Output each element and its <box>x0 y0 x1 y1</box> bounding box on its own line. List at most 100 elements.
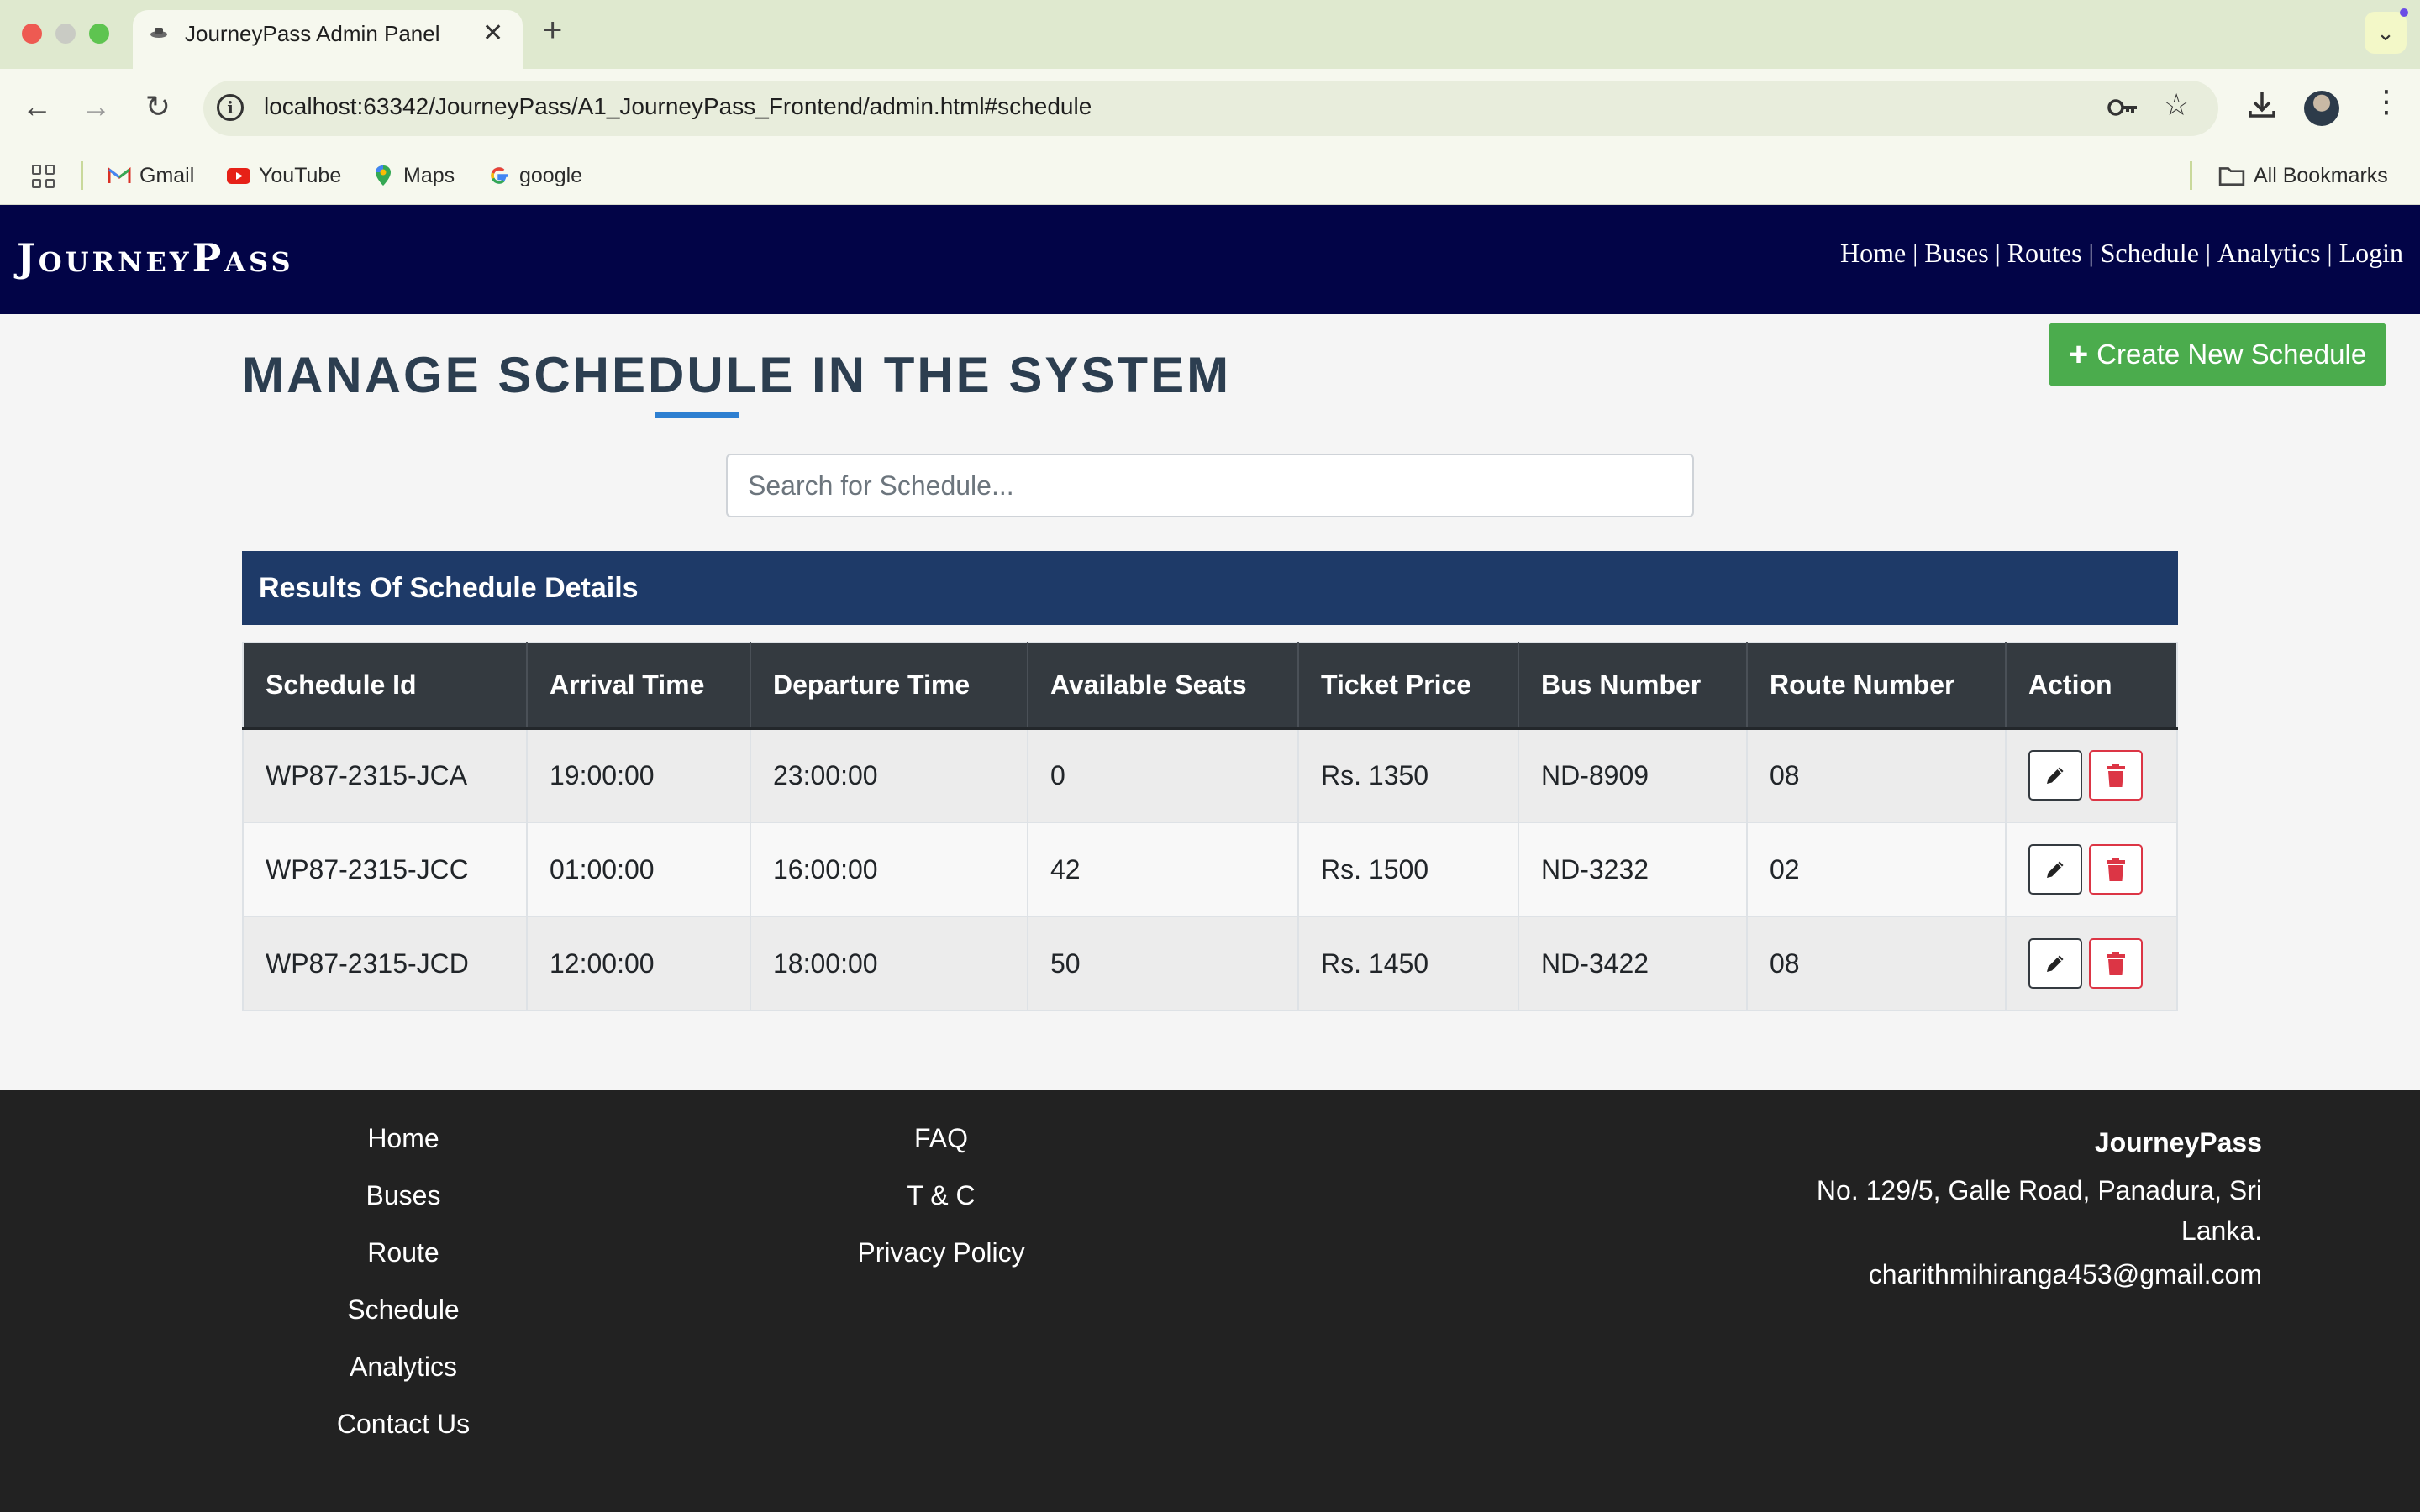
edit-button[interactable] <box>2028 844 2082 895</box>
cell-available-seats: 50 <box>1028 916 1299 1011</box>
create-schedule-button[interactable]: + Create New Schedule <box>2049 323 2386 386</box>
column-header: Bus Number <box>1518 643 1748 730</box>
column-header: Departure Time <box>750 643 1028 730</box>
bookmark-star-icon[interactable]: ☆ <box>2163 87 2190 123</box>
site-nav: Home | Buses | Routes | Schedule | Analytics… <box>1840 238 2403 269</box>
tab-search-chevron-icon[interactable]: ⌄ <box>2365 12 2407 54</box>
pencil-icon <box>2047 767 2064 785</box>
plus-icon: + <box>2068 336 2089 373</box>
bookmark-gmail[interactable]: Gmail <box>108 161 194 190</box>
youtube-icon <box>227 168 250 184</box>
delete-button[interactable] <box>2089 844 2143 895</box>
nav-analytics[interactable]: Analytics <box>2217 238 2321 269</box>
nav-separator: | <box>2205 239 2211 267</box>
bookmark-youtube[interactable]: YouTube <box>227 161 341 190</box>
trash-icon <box>2107 858 2125 881</box>
back-arrow-icon[interactable]: ← <box>18 89 55 124</box>
footer-email[interactable]: charithmihiranga453@gmail.com <box>1791 1259 2262 1290</box>
bookmark-maps[interactable]: Maps <box>371 161 455 190</box>
cell-schedule-id: WP87-2315-JCD <box>243 916 528 1011</box>
nav-schedule[interactable]: Schedule <box>2101 238 2199 269</box>
cell-schedule-id: WP87-2315-JCA <box>243 728 528 823</box>
cell-action <box>2006 916 2177 1011</box>
profile-avatar[interactable] <box>2304 91 2339 126</box>
create-schedule-label: Create New Schedule <box>2096 339 2367 370</box>
all-bookmarks-label: All Bookmarks <box>2254 163 2388 187</box>
download-icon[interactable] <box>2245 87 2279 121</box>
delete-button[interactable] <box>2089 938 2143 989</box>
cell-arrival-time: 01:00:00 <box>527 822 751 917</box>
cell-route-number: 02 <box>1747 822 2007 917</box>
pencil-icon <box>2047 861 2064 878</box>
nav-home[interactable]: Home <box>1840 238 1906 269</box>
footer-link-contact-us[interactable]: Contact Us <box>337 1406 470 1463</box>
forward-arrow-icon[interactable]: → <box>77 89 114 124</box>
site-logo[interactable]: JourneyPass <box>17 235 294 281</box>
cell-departure-time: 18:00:00 <box>750 916 1028 1011</box>
footer-link-privacy-policy[interactable]: Privacy Policy <box>857 1235 1024 1292</box>
nav-routes[interactable]: Routes <box>2007 238 2082 269</box>
column-header: Route Number <box>1747 643 2007 730</box>
footer-link-schedule[interactable]: Schedule <box>347 1292 459 1349</box>
pencil-icon <box>2047 955 2064 972</box>
tab-close-icon[interactable]: ✕ <box>482 18 503 48</box>
nav-login[interactable]: Login <box>2339 238 2403 269</box>
footer-links-info: FAQ T & C Privacy Policy <box>840 1121 1042 1292</box>
cell-bus-number: ND-3422 <box>1518 916 1748 1011</box>
new-tab-icon[interactable]: + <box>543 12 562 50</box>
cell-arrival-time: 12:00:00 <box>527 916 751 1011</box>
window-minimize-button[interactable] <box>55 24 76 44</box>
footer-links-main: Home Buses Route Schedule Analytics Cont… <box>319 1121 487 1463</box>
reload-icon[interactable]: ↻ <box>139 89 176 124</box>
cell-action <box>2006 822 2177 917</box>
footer-link-terms[interactable]: T & C <box>907 1178 975 1235</box>
search-input[interactable] <box>726 454 1694 517</box>
bookmark-google[interactable]: google <box>487 161 582 190</box>
gmail-icon <box>108 167 131 183</box>
bookmark-label: google <box>519 163 583 187</box>
tab-title: JourneyPass Admin Panel <box>185 21 440 46</box>
footer-link-analytics[interactable]: Analytics <box>350 1349 457 1406</box>
footer-address: No. 129/5, Galle Road, Panadura, Sri Lan… <box>1816 1175 2262 1246</box>
cell-schedule-id: WP87-2315-JCC <box>243 822 528 917</box>
cell-action <box>2006 728 2177 823</box>
password-key-icon[interactable] <box>2106 91 2139 124</box>
cell-arrival-time: 19:00:00 <box>527 728 751 823</box>
footer-link-faq[interactable]: FAQ <box>914 1121 968 1178</box>
bookmark-separator <box>81 161 83 190</box>
site-info-icon[interactable]: i <box>217 94 244 121</box>
window-maximize-button[interactable] <box>89 24 109 44</box>
table-row: WP87-2315-JCA 19:00:00 23:00:00 0 Rs. 13… <box>243 728 2177 823</box>
schedule-table: Schedule Id Arrival Time Departure Time … <box>242 642 2178 1011</box>
all-bookmarks[interactable]: All Bookmarks <box>2218 161 2388 190</box>
results-heading: Results Of Schedule Details <box>242 551 2178 625</box>
nav-separator: | <box>2327 239 2333 267</box>
more-menu-icon[interactable]: ⋮ <box>2371 84 2402 119</box>
notification-dot <box>2400 8 2408 17</box>
column-header: Arrival Time <box>527 643 751 730</box>
google-icon <box>491 167 508 184</box>
delete-button[interactable] <box>2089 750 2143 801</box>
url-text[interactable]: localhost:63342/JourneyPass/A1_JourneyPa… <box>264 93 1092 120</box>
bookmark-label: Maps <box>403 163 455 187</box>
footer-link-home[interactable]: Home <box>367 1121 439 1178</box>
cell-route-number: 08 <box>1747 728 2007 823</box>
edit-button[interactable] <box>2028 750 2082 801</box>
cell-available-seats: 0 <box>1028 728 1299 823</box>
edit-button[interactable] <box>2028 938 2082 989</box>
title-underline <box>655 412 739 418</box>
cell-departure-time: 23:00:00 <box>750 728 1028 823</box>
footer-link-buses[interactable]: Buses <box>366 1178 441 1235</box>
apps-grid-icon[interactable] <box>32 165 55 188</box>
nav-buses[interactable]: Buses <box>1924 238 1988 269</box>
column-header: Action <box>2006 643 2177 730</box>
cell-ticket-price: Rs. 1350 <box>1298 728 1519 823</box>
column-header: Ticket Price <box>1298 643 1519 730</box>
footer-link-route[interactable]: Route <box>367 1235 439 1292</box>
table-header-row: Schedule Id Arrival Time Departure Time … <box>243 643 2177 730</box>
window-close-button[interactable] <box>22 24 42 44</box>
bookmark-label: YouTube <box>259 163 342 187</box>
folder-icon <box>2218 167 2245 186</box>
footer-company-name: JourneyPass <box>2094 1127 2262 1158</box>
nav-separator: | <box>2088 239 2094 267</box>
